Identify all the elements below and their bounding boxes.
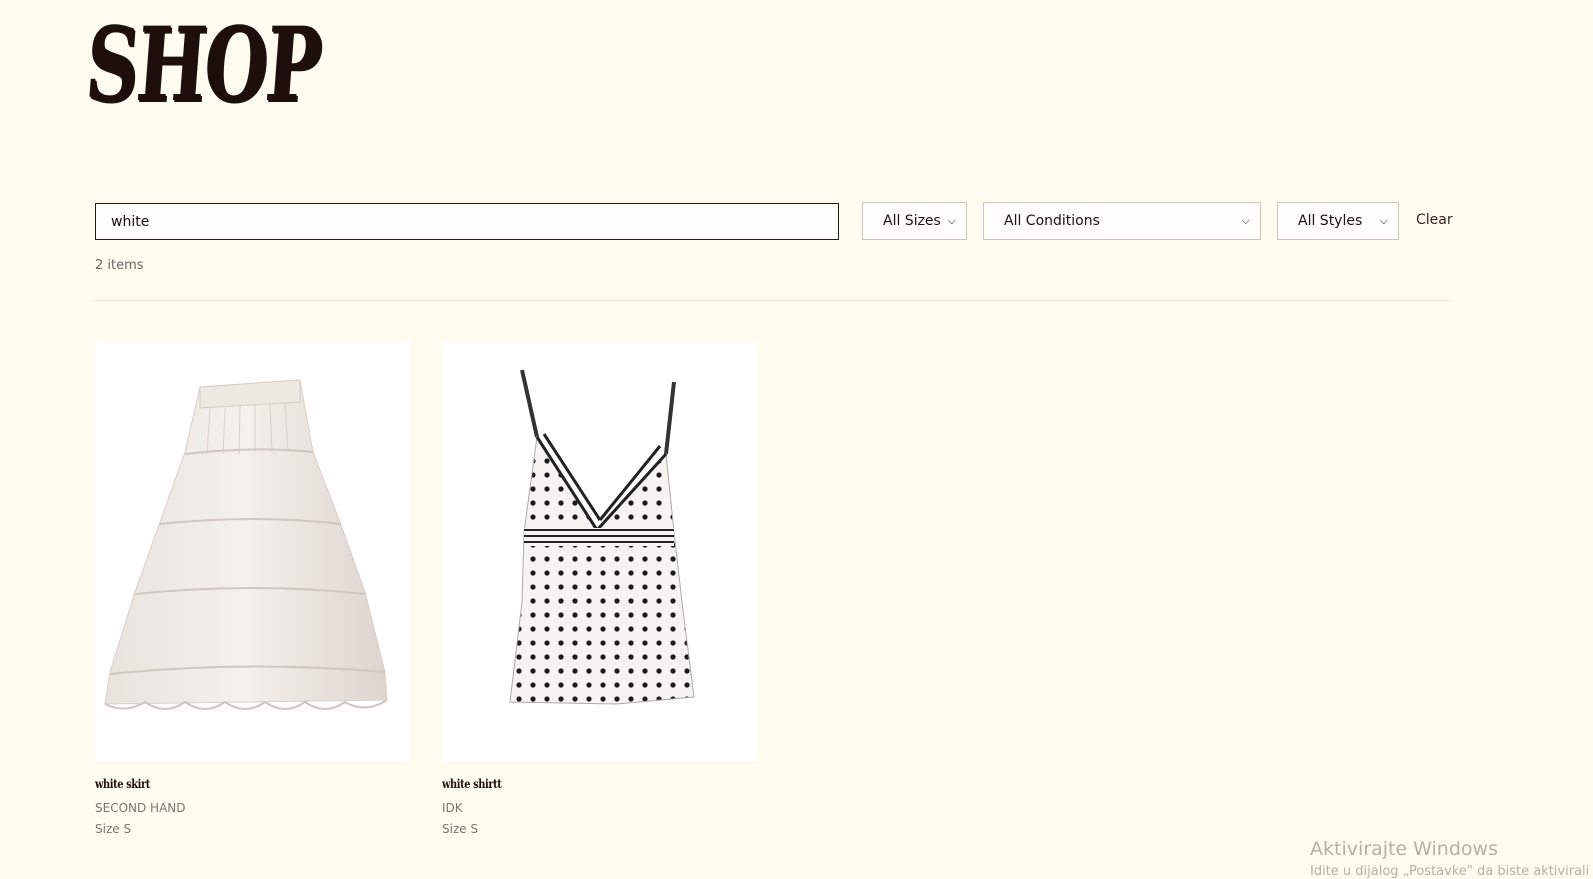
search-input[interactable] [95, 203, 839, 240]
product-size: Size S [442, 822, 479, 836]
shop-logo[interactable]: SHOP [82, 5, 324, 125]
product-condition: SECOND HAND [95, 801, 186, 815]
product-condition: IDK [442, 801, 463, 815]
windows-activation-watermark: Aktivirajte Windows [1310, 838, 1498, 860]
condition-select[interactable]: All Conditions ⌵ [983, 202, 1261, 240]
chevron-down-icon: ⌵ [1241, 214, 1250, 227]
product-title[interactable]: white shirtt [442, 777, 700, 791]
windows-activation-subtitle: Idite u dijalog „Postavke" da biste akti… [1310, 864, 1590, 879]
product-image-skirt[interactable] [95, 342, 410, 761]
divider [95, 300, 1449, 301]
product-card[interactable]: white skirt SECOND HAND Size S [95, 342, 410, 836]
chevron-down-icon: ⌵ [1379, 214, 1388, 227]
clear-filters-link[interactable]: Clear [1416, 212, 1453, 228]
chevron-down-icon: ⌵ [947, 214, 956, 227]
product-image-top[interactable] [442, 342, 757, 761]
style-select[interactable]: All Styles ⌵ [1277, 202, 1399, 240]
product-title[interactable]: white skirt [95, 777, 353, 791]
product-card[interactable]: white shirtt IDK Size S [442, 342, 757, 836]
size-select[interactable]: All Sizes ⌵ [862, 202, 967, 240]
polka-dot-top-icon [509, 369, 695, 705]
results-count: 2 items [95, 258, 144, 273]
skirt-icon [104, 379, 388, 710]
size-select-value: All Sizes [883, 213, 941, 229]
style-select-value: All Styles [1298, 213, 1363, 229]
product-size: Size S [95, 822, 132, 836]
condition-select-value: All Conditions [1004, 213, 1100, 229]
